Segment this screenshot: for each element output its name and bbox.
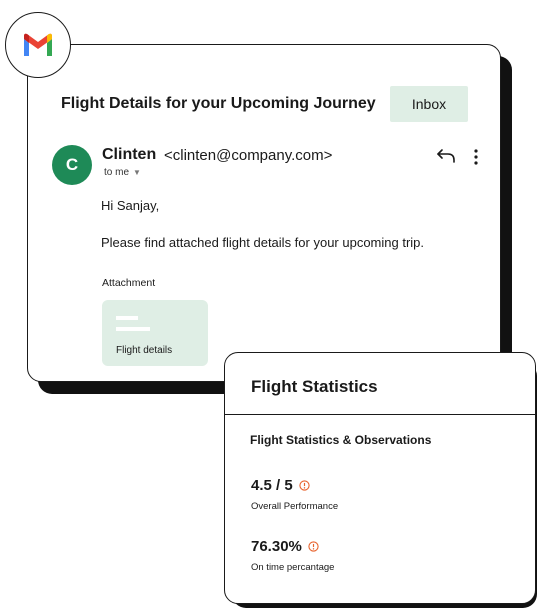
- metric-label-ontime: On time percantage: [251, 562, 335, 573]
- attachment-heading: Attachment: [102, 277, 156, 289]
- inbox-label-chip[interactable]: Inbox: [390, 86, 468, 122]
- metric-value-performance: 4.5 / 5: [251, 477, 310, 494]
- stats-title: Flight Statistics: [251, 377, 378, 396]
- recipient-label: to me: [104, 167, 130, 178]
- recipient-details-toggle[interactable]: to me ▼: [104, 167, 141, 178]
- sender-avatar: C: [52, 145, 92, 185]
- more-vertical-icon[interactable]: [470, 148, 482, 166]
- email-subject: Flight Details for your Upcoming Journey: [61, 95, 376, 112]
- divider: [225, 414, 535, 415]
- info-icon[interactable]: [299, 480, 310, 491]
- metric-value: 76.30%: [251, 538, 302, 555]
- attachment-file[interactable]: Flight details: [102, 300, 208, 366]
- email-greeting: Hi Sanjay,: [101, 198, 160, 213]
- attachment-name: Flight details: [116, 345, 173, 356]
- metric-label-performance: Overall Performance: [251, 501, 339, 512]
- info-icon[interactable]: [308, 541, 319, 552]
- file-preview-line: [116, 327, 150, 331]
- sender-email: <clinten@company.com>: [164, 147, 333, 164]
- chevron-down-icon: ▼: [133, 168, 141, 177]
- file-preview-line: [116, 316, 138, 320]
- metric-value: 4.5 / 5: [251, 477, 293, 494]
- metric-value-ontime: 76.30%: [251, 538, 319, 555]
- gmail-badge: [5, 12, 71, 78]
- stats-subtitle: Flight Statistics & Observations: [250, 433, 432, 447]
- email-body: Please find attached flight details for …: [101, 235, 425, 250]
- gmail-icon: [24, 33, 52, 56]
- sender-name: Clinten: [102, 146, 157, 163]
- flight-stats-card: Flight Statistics Flight Statistics & Ob…: [224, 352, 536, 604]
- reply-icon[interactable]: [436, 148, 456, 164]
